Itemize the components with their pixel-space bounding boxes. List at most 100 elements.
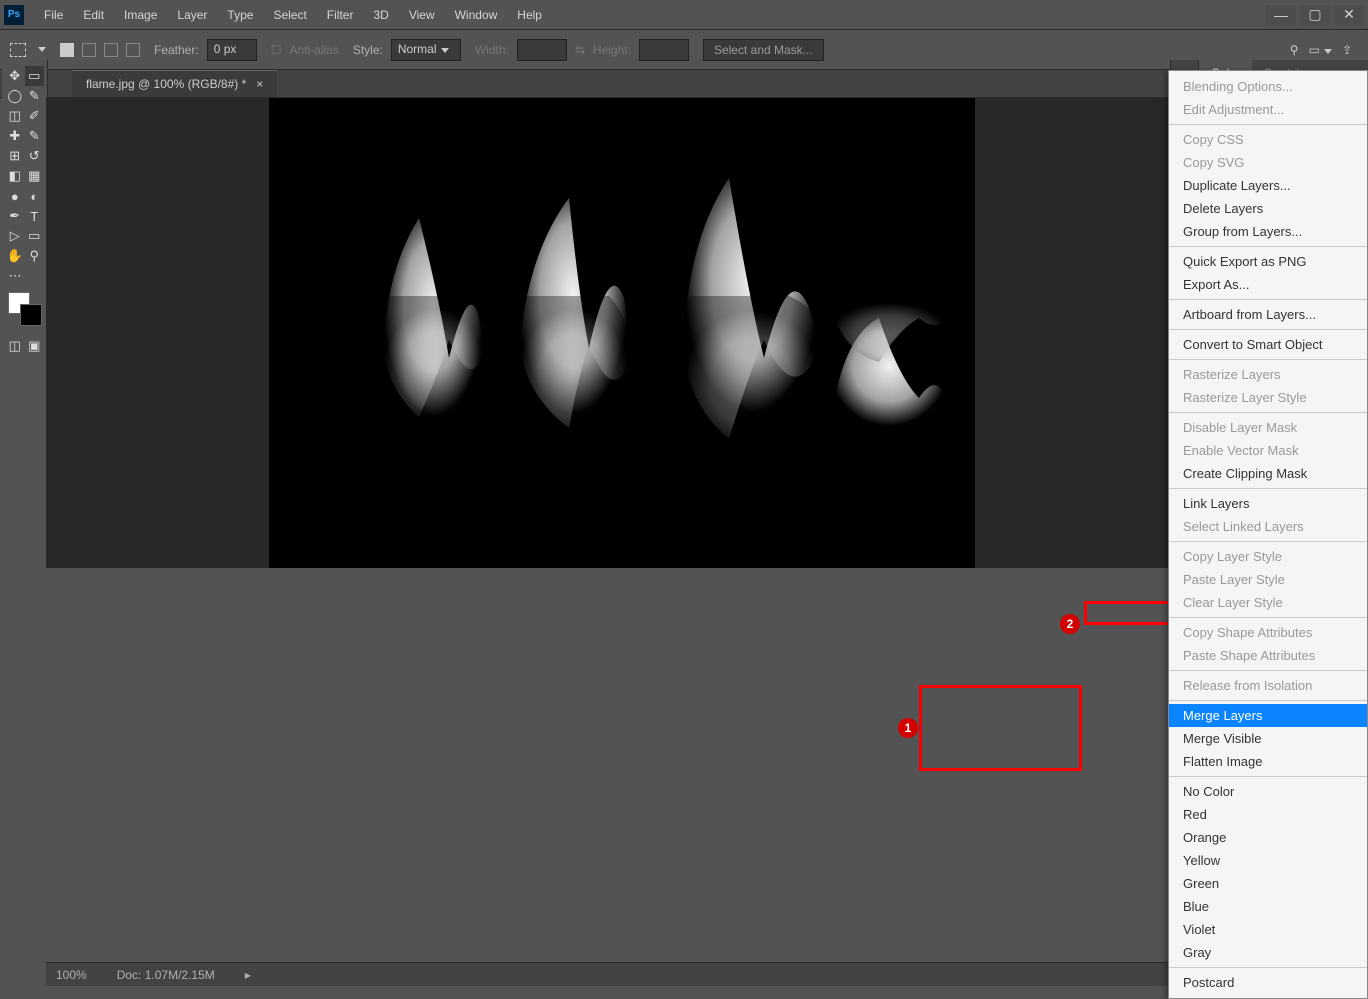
move-tool[interactable]: ✥ xyxy=(5,66,25,86)
app-logo: Ps xyxy=(4,5,24,25)
menu-type[interactable]: Type xyxy=(217,0,263,30)
marquee-tool-icon[interactable] xyxy=(10,43,26,57)
maximize-button[interactable]: ▢ xyxy=(1300,5,1330,25)
menu-file[interactable]: File xyxy=(34,0,73,30)
menu-item-copy-css: Copy CSS xyxy=(1169,128,1367,151)
workspace-icon[interactable]: ▭ xyxy=(1309,43,1332,57)
share-icon[interactable]: ⇪ xyxy=(1342,43,1352,57)
document-tab[interactable]: flame.jpg @ 100% (RGB/8#) * × xyxy=(72,70,277,97)
height-input xyxy=(639,39,689,61)
lasso-tool[interactable]: ◯ xyxy=(5,86,25,106)
zoom-tool[interactable]: ⚲ xyxy=(25,246,45,266)
menu-window[interactable]: Window xyxy=(445,0,508,30)
document-tab-bar: flame.jpg @ 100% (RGB/8#) * × xyxy=(0,70,1368,98)
more-tools[interactable]: ⋯ xyxy=(5,266,25,286)
menu-item-merge-layers[interactable]: Merge Layers xyxy=(1169,704,1367,727)
menu-item-export-as[interactable]: Export As... xyxy=(1169,273,1367,296)
menu-filter[interactable]: Filter xyxy=(317,0,364,30)
menu-view[interactable]: View xyxy=(399,0,445,30)
menu-item-duplicate-layers[interactable]: Duplicate Layers... xyxy=(1169,174,1367,197)
menu-image[interactable]: Image xyxy=(114,0,167,30)
brush-tool[interactable]: ✎ xyxy=(25,126,45,146)
blur-tool[interactable]: ● xyxy=(5,186,25,206)
options-bar: Feather: 0 px ☐ Anti-alias Style: Normal… xyxy=(0,30,1368,70)
status-bar: 100% Doc: 1.07M/2.15M ▸ xyxy=(46,962,1198,986)
menu-item-group-from-layers[interactable]: Group from Layers... xyxy=(1169,220,1367,243)
menu-item-convert-to-smart-object[interactable]: Convert to Smart Object xyxy=(1169,333,1367,356)
close-button[interactable]: ✕ xyxy=(1334,5,1364,25)
menu-item-link-layers[interactable]: Link Layers xyxy=(1169,492,1367,515)
close-tab-icon[interactable]: × xyxy=(256,77,263,91)
menu-help[interactable]: Help xyxy=(507,0,552,30)
menu-item-paste-layer-style: Paste Layer Style xyxy=(1169,568,1367,591)
menu-layer[interactable]: Layer xyxy=(167,0,217,30)
flame-image xyxy=(269,98,975,568)
menu-item-copy-svg: Copy SVG xyxy=(1169,151,1367,174)
menu-item-green[interactable]: Green xyxy=(1169,872,1367,895)
menu-item-orange[interactable]: Orange xyxy=(1169,826,1367,849)
menu-item-flatten-image[interactable]: Flatten Image xyxy=(1169,750,1367,773)
menu-item-merge-visible[interactable]: Merge Visible xyxy=(1169,727,1367,750)
menu-edit[interactable]: Edit xyxy=(73,0,114,30)
quick-mask-icon[interactable]: ◫ xyxy=(5,336,25,356)
heal-tool[interactable]: ✚ xyxy=(5,126,25,146)
menu-item-rasterize-layers: Rasterize Layers xyxy=(1169,363,1367,386)
menu-item-quick-export-as-png[interactable]: Quick Export as PNG xyxy=(1169,250,1367,273)
menu-item-blending-options: Blending Options... xyxy=(1169,75,1367,98)
marquee-tool[interactable]: ▭ xyxy=(25,66,45,86)
color-swatches[interactable] xyxy=(8,292,44,328)
path-tool[interactable]: ▷ xyxy=(5,226,25,246)
menu-item-gray[interactable]: Gray xyxy=(1169,941,1367,964)
type-tool[interactable]: T xyxy=(25,206,45,226)
feather-input[interactable]: 0 px xyxy=(207,39,257,61)
shape-tool[interactable]: ▭ xyxy=(25,226,45,246)
menu-item-enable-vector-mask: Enable Vector Mask xyxy=(1169,439,1367,462)
window-controls: — ▢ ✕ xyxy=(1262,5,1364,25)
zoom-level[interactable]: 100% xyxy=(56,968,87,982)
menu-item-edit-adjustment: Edit Adjustment... xyxy=(1169,98,1367,121)
annotation-badge-1: 1 xyxy=(898,718,918,738)
menu-item-violet[interactable]: Violet xyxy=(1169,918,1367,941)
menu-item-postcard[interactable]: Postcard xyxy=(1169,971,1367,994)
annotation-box-1 xyxy=(919,685,1082,771)
stamp-tool[interactable]: ⊞ xyxy=(5,146,25,166)
dodge-tool[interactable]: ◐ xyxy=(25,186,45,206)
history-brush-tool[interactable]: ↺ xyxy=(25,146,45,166)
menu-item-artboard-from-layers[interactable]: Artboard from Layers... xyxy=(1169,303,1367,326)
minimize-button[interactable]: — xyxy=(1266,5,1296,25)
selection-mode-icons[interactable] xyxy=(60,43,140,57)
screen-mode-icon[interactable]: ▣ xyxy=(25,336,45,356)
menu-bar: Ps FileEditImageLayerTypeSelectFilter3DV… xyxy=(0,0,1368,30)
menu-3d[interactable]: 3D xyxy=(363,0,398,30)
search-icon[interactable]: ⚲ xyxy=(1290,43,1299,57)
layer-context-menu: Blending Options...Edit Adjustment... Cop… xyxy=(1168,70,1368,999)
menu-item-delete-layers[interactable]: Delete Layers xyxy=(1169,197,1367,220)
canvas-area[interactable] xyxy=(46,98,1198,568)
eyedropper-tool[interactable]: ✐ xyxy=(25,106,45,126)
pen-tool[interactable]: ✒ xyxy=(5,206,25,226)
menu-select[interactable]: Select xyxy=(263,0,316,30)
select-and-mask-button[interactable]: Select and Mask... xyxy=(703,39,824,61)
menu-item-yellow[interactable]: Yellow xyxy=(1169,849,1367,872)
menu-item-copy-shape-attributes: Copy Shape Attributes xyxy=(1169,621,1367,644)
quick-select-tool[interactable]: ✎ xyxy=(25,86,45,106)
eraser-tool[interactable]: ◧ xyxy=(5,166,25,186)
menu-item-paste-shape-attributes: Paste Shape Attributes xyxy=(1169,644,1367,667)
antialias-label: Anti-alias xyxy=(289,43,338,57)
width-input xyxy=(517,39,567,61)
menu-item-red[interactable]: Red xyxy=(1169,803,1367,826)
hand-tool[interactable]: ✋ xyxy=(5,246,25,266)
document-tab-title: flame.jpg @ 100% (RGB/8#) * xyxy=(86,77,246,91)
status-arrow-icon[interactable]: ▸ xyxy=(245,968,251,982)
style-select[interactable]: Normal xyxy=(391,39,461,61)
document-canvas[interactable] xyxy=(269,98,975,568)
menu-item-no-color[interactable]: No Color xyxy=(1169,780,1367,803)
menu-item-create-clipping-mask[interactable]: Create Clipping Mask xyxy=(1169,462,1367,485)
crop-tool[interactable]: ◫ xyxy=(5,106,25,126)
toolbox: ✥▭ ◯✎ ◫✐ ✚✎ ⊞↺ ◧▦ ●◐ ✒T ▷▭ ✋⚲ ⋯ ◫▣ xyxy=(2,60,48,362)
gradient-tool[interactable]: ▦ xyxy=(25,166,45,186)
menu-item-blue[interactable]: Blue xyxy=(1169,895,1367,918)
swap-icon: ⇆ xyxy=(575,43,585,57)
feather-label: Feather: xyxy=(154,43,199,57)
menu-item-copy-layer-style: Copy Layer Style xyxy=(1169,545,1367,568)
